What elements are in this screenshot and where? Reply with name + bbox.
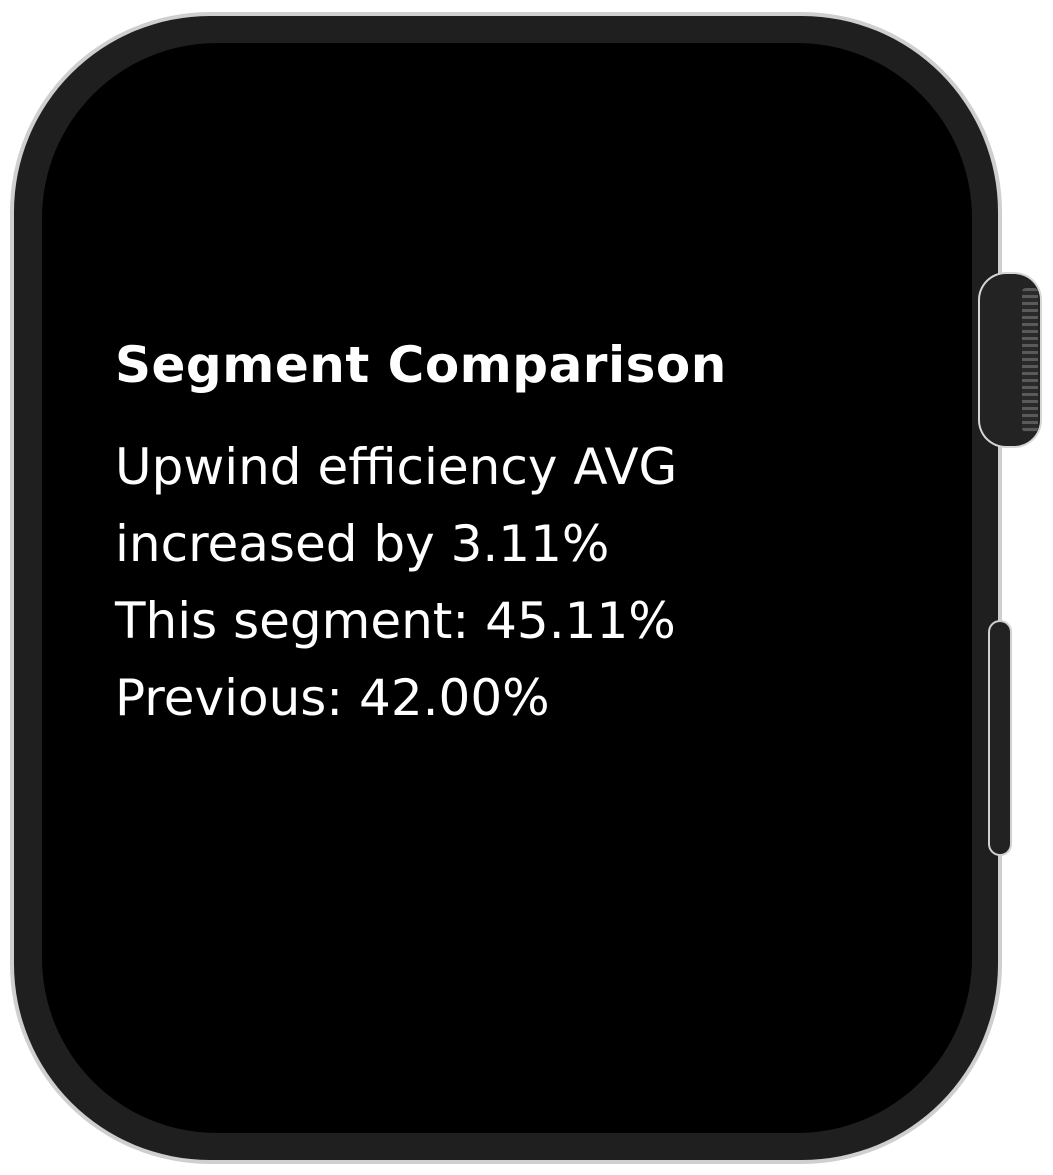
side-button[interactable] <box>990 622 1010 854</box>
previous-line: Previous: 42.00% <box>115 669 550 727</box>
segment-comparison-card: Segment Comparison Upwind efficiency AVG… <box>115 335 875 737</box>
watch-device: Segment Comparison Upwind efficiency AVG… <box>0 0 1053 1175</box>
digital-crown-icon[interactable] <box>980 274 1040 446</box>
crown-ridges <box>1022 288 1038 432</box>
change-line: increased by 3.11% <box>115 515 610 573</box>
page-title: Segment Comparison <box>115 336 727 394</box>
efficiency-line: Upwind efficiency AVG <box>115 438 678 496</box>
this-segment-line: This segment: 45.11% <box>115 592 676 650</box>
